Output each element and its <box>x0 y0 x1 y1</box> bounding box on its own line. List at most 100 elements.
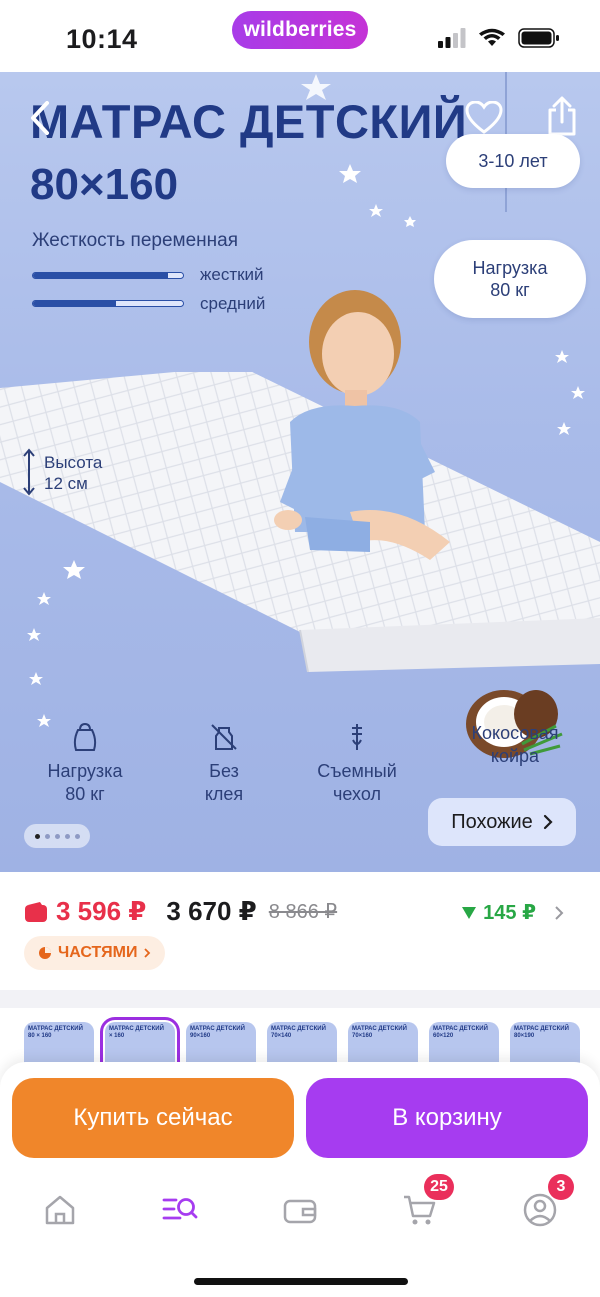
feature-no-glue: Без клея <box>192 722 256 806</box>
feature-no-glue-line1: Без <box>209 761 239 781</box>
feature-cover-line1: Съемный <box>317 761 397 781</box>
feature-load: Нагрузка 80 кг <box>40 722 130 806</box>
tab-profile[interactable]: 3 <box>510 1174 574 1240</box>
buy-now-button[interactable]: Купить сейчас <box>12 1078 294 1158</box>
signal-icon <box>438 28 466 48</box>
brand-logo[interactable]: wildberries <box>232 11 368 49</box>
home-indicator <box>194 1278 408 1285</box>
thumbnail-size: × 160 <box>109 1033 125 1039</box>
weight-icon <box>73 722 97 751</box>
profile-icon <box>523 1193 557 1227</box>
system-icons <box>438 28 560 48</box>
height-label: Высота 12 см <box>44 452 102 494</box>
chevron-left-icon <box>31 101 49 135</box>
height-arrow-icon <box>22 448 36 501</box>
price-row: 3 596 ₽ 3 670 ₽ 8 866 ₽ <box>24 896 337 927</box>
pie-icon <box>39 947 51 959</box>
share-button[interactable] <box>540 94 584 138</box>
tab-catalog-search[interactable] <box>150 1180 210 1240</box>
chevron-right-icon <box>144 948 151 958</box>
old-price: 8 866 ₽ <box>268 901 338 923</box>
wallet-icon <box>25 901 47 922</box>
thumbnail-size: 80 × 160 <box>28 1033 52 1039</box>
thumbnail-caption: МАТРАС ДЕТСКИЙ 80 × 160 <box>28 1026 83 1040</box>
tab-cart[interactable]: 25 <box>390 1174 454 1240</box>
feature-no-glue-line2: клея <box>204 784 244 804</box>
price-drop-value: 145 ₽ <box>483 902 536 924</box>
installments-button[interactable]: ЧАСТЯМИ <box>24 936 166 970</box>
home-icon <box>45 1195 75 1225</box>
feature-cover: Съемный чехол <box>310 722 404 806</box>
thumbnail-title: МАТРАС ДЕТСКИЙ <box>190 1026 245 1032</box>
status-time: 10:14 <box>66 24 138 54</box>
thumbnail-title: МАТРАС ДЕТСКИЙ <box>352 1026 407 1032</box>
thumbnail-size: 60×120 <box>433 1033 454 1039</box>
thumbnail-caption: МАТРАС ДЕТСКИЙ 90×160 <box>190 1026 245 1040</box>
similar-label: Похожие <box>451 810 533 833</box>
thumbnail-caption: МАТРАС ДЕТСКИЙ 60×120 <box>433 1026 488 1040</box>
section-separator <box>0 990 600 1008</box>
chevron-right-icon <box>555 905 564 920</box>
share-icon <box>548 96 576 136</box>
gallery-pagination <box>24 824 90 848</box>
height-title: Высота <box>44 453 103 472</box>
similar-button[interactable]: Похожие <box>428 798 576 846</box>
thumbnail-size: 70×160 <box>352 1033 373 1039</box>
height-value: 12 см <box>44 474 88 493</box>
feature-coconut: Кокосовая койра <box>460 722 570 772</box>
thumbnail-caption: МАТРАС ДЕТСКИЙ 70×160 <box>352 1026 407 1040</box>
bottom-sheet: Купить сейчас В корзину 25 3 <box>0 1062 600 1297</box>
back-button[interactable] <box>18 96 62 140</box>
gallery-dot <box>54 833 60 839</box>
installments-label: ЧАСТЯМИ <box>58 944 138 961</box>
tab-bar: 25 3 <box>0 1174 600 1240</box>
load-cloud-title: Нагрузка <box>472 258 548 278</box>
product-gallery[interactable]: МАТРАС ДЕТСКИЙ 80×160 Жесткость переменн… <box>0 72 600 872</box>
thumbnail-title: МАТРАС ДЕТСКИЙ <box>109 1026 164 1032</box>
feature-cover-line2: чехол <box>333 784 381 804</box>
stiffness-title: Жесткость переменная <box>32 230 239 251</box>
chevron-right-icon <box>543 814 553 830</box>
thumbnail-title: МАТРАС ДЕТСКИЙ <box>514 1026 569 1032</box>
thumbnail-title: МАТРАС ДЕТСКИЙ <box>271 1026 326 1032</box>
feature-load-line1: Нагрузка <box>47 761 123 781</box>
gallery-dot <box>74 833 80 839</box>
thumbnail-caption: МАТРАС ДЕТСКИЙ 80×190 <box>514 1026 569 1040</box>
heart-icon <box>465 101 503 134</box>
feature-load-line2: 80 кг <box>65 784 105 804</box>
battery-icon <box>518 28 559 48</box>
thumbnail-size: 70×140 <box>271 1033 292 1039</box>
add-to-cart-button[interactable]: В корзину <box>306 1078 588 1158</box>
cart-badge: 25 <box>424 1174 454 1200</box>
wallet-icon <box>283 1199 317 1224</box>
wallet-price: 3 596 ₽ <box>56 896 147 926</box>
child-photo <box>274 290 450 560</box>
feature-coconut-line1: Кокосовая <box>471 723 559 743</box>
price-block: 3 596 ₽ 3 670 ₽ 8 866 ₽ 145 ₽ ЧАСТЯМИ <box>0 872 600 1002</box>
hero-size: 80×160 <box>30 160 179 209</box>
thumbnail-size: 80×190 <box>514 1033 535 1039</box>
hero-title: МАТРАС ДЕТСКИЙ <box>30 95 468 148</box>
zipper-icon <box>352 724 362 750</box>
tab-wallet[interactable] <box>270 1180 330 1240</box>
stiffness-bar-hard <box>32 272 184 279</box>
tab-home[interactable] <box>30 1180 90 1240</box>
current-price: 3 670 ₽ <box>166 896 257 926</box>
thumbnail-title: МАТРАС ДЕТСКИЙ <box>28 1026 83 1032</box>
gallery-dot <box>34 833 40 839</box>
status-bar: 10:14 wildberries <box>0 0 600 72</box>
thumbnail-caption: МАТРАС ДЕТСКИЙ 70×140 <box>271 1026 326 1040</box>
triangle-down-icon <box>462 906 477 919</box>
age-cloud: 3-10 лет <box>446 134 580 188</box>
gallery-dot <box>64 833 70 839</box>
price-drop[interactable]: 145 ₽ <box>461 900 564 925</box>
catalog-search-icon <box>162 1198 198 1220</box>
thumbnail-title: МАТРАС ДЕТСКИЙ <box>433 1026 488 1032</box>
no-glue-icon <box>211 724 237 750</box>
stiffness-bar-medium <box>32 300 184 307</box>
profile-badge: 3 <box>548 1174 574 1200</box>
feature-coconut-line2: койра <box>490 746 540 766</box>
load-cloud-value: 80 кг <box>490 280 530 300</box>
wifi-icon <box>479 28 505 46</box>
thumbnail-caption: МАТРАС ДЕТСКИЙ × 160 <box>109 1026 164 1040</box>
